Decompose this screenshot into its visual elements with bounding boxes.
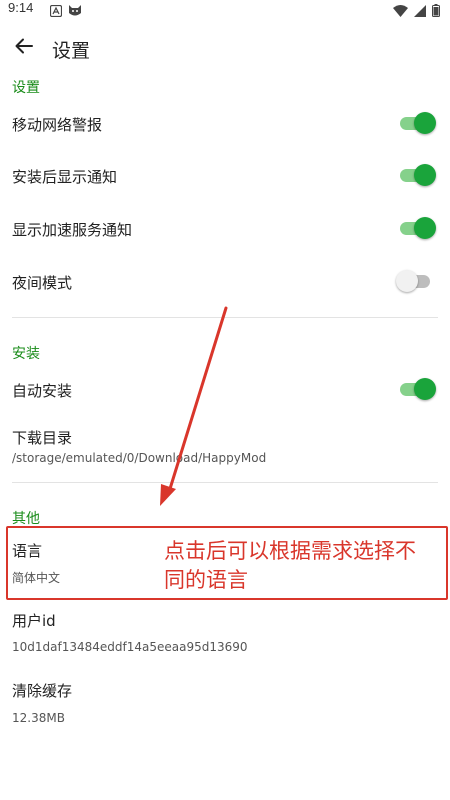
app-bar: 设置 [0, 28, 450, 68]
setting-label: 显示加速服务通知 [12, 221, 133, 239]
setting-label: 下载目录 [12, 429, 73, 447]
setting-label: 安装后显示通知 [12, 168, 118, 186]
mobile-alert-toggle[interactable] [398, 112, 436, 134]
download-dir-value: /storage/emulated/0/Download/HappyMod [12, 451, 267, 465]
section-title-other: 其他 [12, 511, 40, 527]
battery-icon [432, 2, 440, 21]
page-title: 设置 [52, 40, 91, 62]
cat-app-icon [68, 2, 82, 21]
auto-install-toggle[interactable] [398, 378, 436, 400]
annotation-text: 点击后可以根据需求选择不 同的语言 [164, 537, 444, 595]
wifi-icon [393, 2, 408, 21]
accel-notification-toggle[interactable] [398, 217, 436, 239]
annotation-line-1: 点击后可以根据需求选择不 [164, 539, 416, 563]
user-id-value: 10d1daf13484eddf14a5eeaa95d13690 [12, 640, 248, 654]
divider [12, 317, 438, 318]
divider [12, 482, 438, 483]
cache-size-value: 12.38MB [12, 711, 65, 725]
setting-label: 用户id [12, 612, 56, 630]
status-bar: 9:14 [0, 0, 450, 18]
setting-label: 清除缓存 [12, 682, 73, 700]
night-mode-toggle[interactable] [396, 270, 434, 292]
install-notification-toggle[interactable] [398, 164, 436, 186]
signal-icon [414, 2, 426, 21]
setting-label: 夜间模式 [12, 274, 73, 292]
status-time: 9:14 [8, 0, 34, 15]
status-right-icons [393, 2, 440, 21]
notification-a-icon [49, 2, 63, 21]
arrow-left-icon [15, 38, 33, 58]
section-title-install: 安装 [12, 346, 40, 362]
status-left-icons [49, 2, 82, 21]
setting-label: 移动网络警报 [12, 116, 103, 134]
annotation-line-2: 同的语言 [164, 568, 248, 592]
back-button[interactable] [10, 34, 38, 62]
setting-label: 自动安装 [12, 382, 73, 400]
section-title-settings: 设置 [12, 80, 40, 96]
